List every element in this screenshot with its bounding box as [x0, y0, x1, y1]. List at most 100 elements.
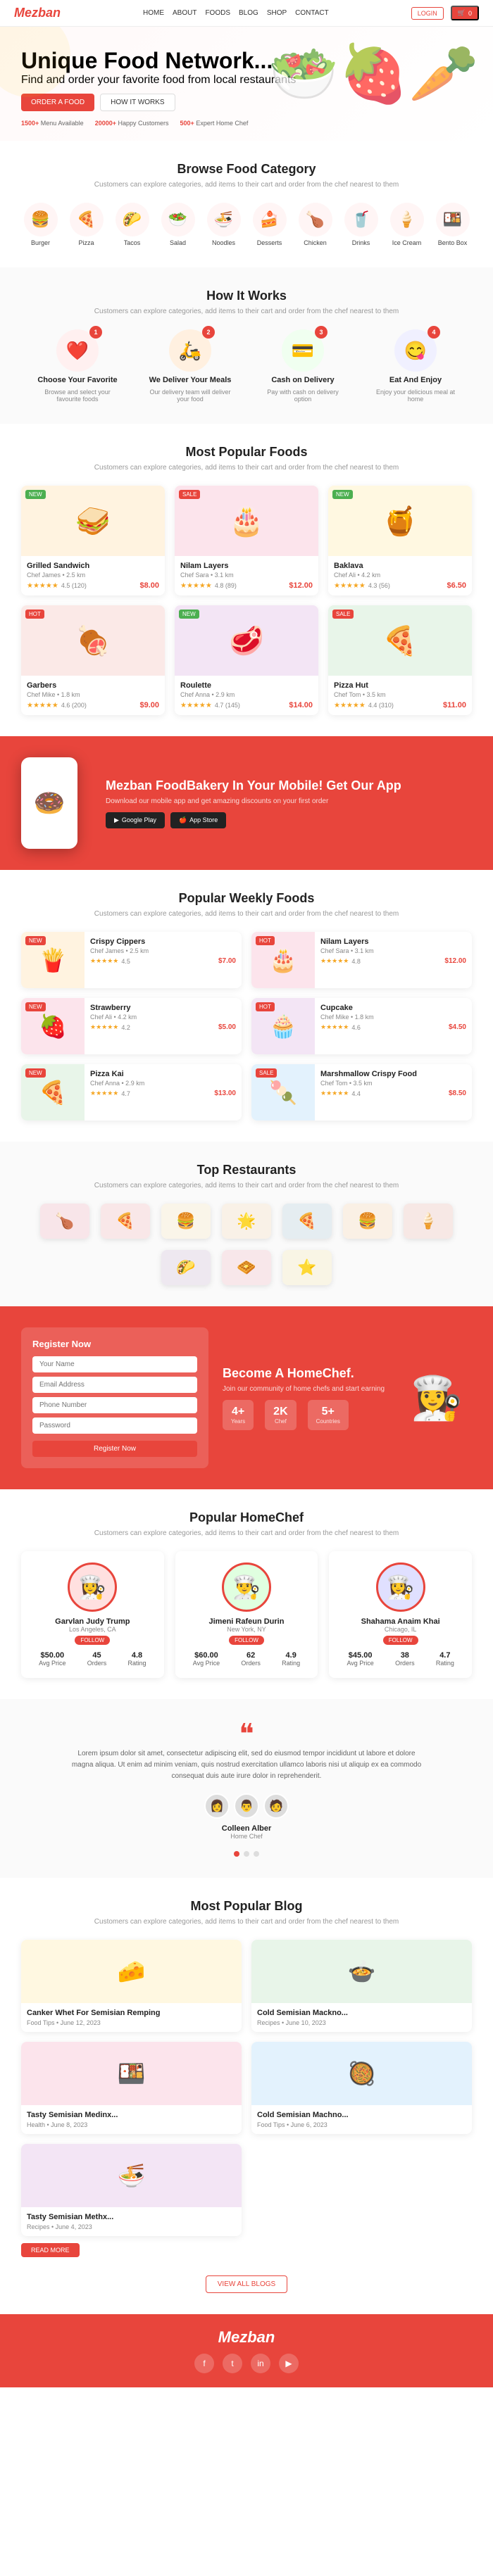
- homechef-card-2[interactable]: 👩‍🍳 Shahama Anaim Khai Chicago, IL FOLLO…: [329, 1551, 472, 1678]
- chef-metrics-1: $60.00Avg Price 62Orders 4.9Rating: [182, 1651, 311, 1667]
- social-linkedin[interactable]: in: [251, 2354, 270, 2373]
- food-card-0[interactable]: 🥪 NEW Grilled Sandwich Chef James • 2.5 …: [21, 486, 165, 595]
- nav-about[interactable]: ABOUT: [173, 9, 196, 17]
- blog-card-3[interactable]: 🥘 Cold Semisian Machno... Food Tips • Ju…: [251, 2042, 472, 2134]
- food-card-3[interactable]: 🍖 HOT Garbers Chef Mike • 1.8 km ★★★★★ 4…: [21, 605, 165, 715]
- chef-follow-button-1[interactable]: FOLLOW: [229, 1636, 264, 1645]
- food-badge-4: NEW: [179, 610, 199, 619]
- food-card-1[interactable]: 🎂 SALE Nilam Layers Chef Sara • 3.1 km ★…: [175, 486, 318, 595]
- weekly-card-0[interactable]: 🍟 NEW Crispy Cippers Chef James • 2.5 km…: [21, 932, 242, 988]
- category-item-ice cream[interactable]: 🍦Ice Cream: [390, 203, 424, 246]
- blog-card-4[interactable]: 🍜 Tasty Semisian Methx... Recipes • June…: [21, 2144, 242, 2236]
- blog-card-1[interactable]: 🍲 Cold Semisian Mackno... Recipes • June…: [251, 1940, 472, 2032]
- weekly-card-5[interactable]: 🍡 SALE Marshmallow Crispy Food Chef Tom …: [251, 1064, 472, 1120]
- restaurant-logo-mcdonald's[interactable]: 🍔: [161, 1204, 211, 1239]
- login-button[interactable]: LOGIN: [411, 7, 444, 20]
- nav-home[interactable]: HOME: [143, 9, 164, 17]
- blog-card-0[interactable]: 🧀 Canker Whet For Semisian Remping Food …: [21, 1940, 242, 2032]
- homechef-card-0[interactable]: 👩‍🍳 Garvlan Judy Trump Los Angeles, CA F…: [21, 1551, 164, 1678]
- restaurant-logo-domino's[interactable]: 🍕: [282, 1204, 332, 1239]
- weekly-price-5: $8.50: [449, 1090, 466, 1097]
- restaurant-logo-wafels[interactable]: 🧇: [222, 1250, 271, 1285]
- chef-name-input[interactable]: [32, 1356, 197, 1372]
- read-more-button[interactable]: READ MORE: [21, 2243, 80, 2257]
- testimonial-text: Lorem ipsum dolor sit amet, consectetur …: [70, 1748, 423, 1782]
- weekly-stars-5: ★★★★★: [320, 1090, 349, 1097]
- category-item-chicken[interactable]: 🍗Chicken: [299, 203, 332, 246]
- testimonial-pagination: [21, 1851, 472, 1857]
- pag-dot-1[interactable]: [234, 1851, 239, 1857]
- restaurant-logo-dq[interactable]: 🍦: [404, 1204, 453, 1239]
- blog-emoji-3: 🥘: [348, 2060, 376, 2087]
- restaurant-logo-kfc[interactable]: 🍗: [40, 1204, 89, 1239]
- weekly-card-body-4: Pizza Kai Chef Anna • 2.9 km ★★★★★ 4.7 $…: [85, 1064, 242, 1120]
- weekly-emoji-2: 🍓: [39, 1013, 67, 1040]
- pag-dot-2[interactable]: [244, 1851, 249, 1857]
- social-twitter[interactable]: t: [223, 2354, 242, 2373]
- nav-foods[interactable]: FOODS: [205, 9, 230, 17]
- nav-shop[interactable]: SHOP: [267, 9, 287, 17]
- food-card-5[interactable]: 🍕 SALE Pizza Hut Chef Tom • 3.5 km ★★★★★…: [328, 605, 472, 715]
- step-3: 💳 3 Cash on Delivery Pay with cash on de…: [261, 329, 345, 403]
- weekly-badge-0: NEW: [25, 936, 46, 945]
- chef-follow-button-0[interactable]: FOLLOW: [75, 1636, 110, 1645]
- category-item-noodles[interactable]: 🍜Noodles: [207, 203, 241, 246]
- food-chef-5: Chef Tom • 3.5 km: [334, 691, 466, 698]
- how-it-works-button[interactable]: HOW IT WORKS: [100, 94, 175, 111]
- weekly-card-1[interactable]: 🎂 HOT Nilam Layers Chef Sara • 3.1 km ★★…: [251, 932, 472, 988]
- food-stars-2: ★★★★★: [334, 582, 366, 590]
- category-item-bento box[interactable]: 🍱Bento Box: [436, 203, 470, 246]
- food-card-2[interactable]: 🍯 NEW Baklava Chef Ali • 4.2 km ★★★★★ 4.…: [328, 486, 472, 595]
- chef-stat-chefs: 2K Chef: [265, 1400, 296, 1430]
- category-item-desserts[interactable]: 🍰Desserts: [253, 203, 287, 246]
- top-restaurants-section: Top Restaurants Customers can explore ca…: [0, 1142, 493, 1306]
- food-category-title: Browse Food Category: [21, 162, 472, 177]
- category-item-salad[interactable]: 🥗Salad: [161, 203, 195, 246]
- weekly-price-3: $4.50: [449, 1023, 466, 1031]
- homechef-card-1[interactable]: 👨‍🍳 Jimeni Rafeun Durin New York, NY FOL…: [175, 1551, 318, 1678]
- nav-blog[interactable]: BLOG: [239, 9, 258, 17]
- chef-avatar-1: 👨‍🍳: [222, 1562, 271, 1612]
- header: Mezban HOME ABOUT FOODS BLOG SHOP CONTAC…: [0, 0, 493, 27]
- weekly-card-body-5: Marshmallow Crispy Food Chef Tom • 3.5 k…: [315, 1064, 472, 1120]
- blog-card-2[interactable]: 🍱 Tasty Semisian Medinx... Health • June…: [21, 2042, 242, 2134]
- food-rating-2: 4.3 (56): [368, 582, 390, 589]
- nav-contact[interactable]: CONTACT: [295, 9, 329, 17]
- category-item-burger[interactable]: 🍔Burger: [24, 203, 58, 246]
- chef-register-button[interactable]: Register Now: [32, 1441, 197, 1457]
- chef-price-0: $50.00Avg Price: [39, 1651, 65, 1667]
- restaurant-logo-taco bell[interactable]: 🌮: [161, 1250, 211, 1285]
- chef-email-input[interactable]: [32, 1377, 197, 1393]
- cart-button[interactable]: 🛒 0: [451, 6, 479, 20]
- foods-grid: 🥪 NEW Grilled Sandwich Chef James • 2.5 …: [21, 486, 472, 715]
- social-facebook[interactable]: f: [194, 2354, 214, 2373]
- app-store-button[interactable]: 🍎 App Store: [170, 812, 226, 828]
- chef-rating-1: 4.9Rating: [282, 1651, 300, 1667]
- category-item-tacos[interactable]: 🌮Tacos: [116, 203, 149, 246]
- weekly-card-4[interactable]: 🍕 NEW Pizza Kai Chef Anna • 2.9 km ★★★★★…: [21, 1064, 242, 1120]
- social-youtube[interactable]: ▶: [279, 2354, 299, 2373]
- chef-emoji-0: 👩‍🍳: [78, 1574, 106, 1600]
- weekly-badge-4: NEW: [25, 1068, 46, 1078]
- restaurant-logo-star chicken[interactable]: ⭐: [282, 1250, 332, 1285]
- weekly-card-3[interactable]: 🧁 HOT Cupcake Chef Mike • 1.8 km ★★★★★ 4…: [251, 998, 472, 1054]
- food-badge-5: SALE: [332, 610, 354, 619]
- google-play-button[interactable]: ▶ Google Play: [106, 812, 165, 828]
- restaurant-logo-pizza[interactable]: 🍕: [101, 1204, 150, 1239]
- step-icon-2: 🛵: [179, 340, 201, 362]
- testimonial-avatar-1: 👩: [204, 1793, 230, 1819]
- popular-foods-subtitle: Customers can explore categories, add it…: [21, 464, 472, 472]
- chef-phone-input[interactable]: [32, 1397, 197, 1413]
- chef-follow-button-2[interactable]: FOLLOW: [383, 1636, 418, 1645]
- view-all-blogs-button[interactable]: VIEW ALL BLOGS: [206, 2275, 287, 2293]
- category-item-pizza[interactable]: 🍕Pizza: [70, 203, 104, 246]
- food-card-4[interactable]: 🥩 NEW Roulette Chef Anna • 2.9 km ★★★★★ …: [175, 605, 318, 715]
- blog-post-meta-1: Recipes • June 10, 2023: [257, 2019, 466, 2026]
- weekly-card-2[interactable]: 🍓 NEW Strawberry Chef Ali • 4.2 km ★★★★★…: [21, 998, 242, 1054]
- chef-password-input[interactable]: [32, 1418, 197, 1434]
- restaurant-logo-burger king[interactable]: 🍔: [343, 1204, 392, 1239]
- restaurant-logo-hardee's[interactable]: 🌟: [222, 1204, 271, 1239]
- weekly-rating-row-3: ★★★★★ 4.6 $4.50: [320, 1023, 466, 1031]
- category-item-drinks[interactable]: 🥤Drinks: [344, 203, 378, 246]
- pag-dot-3[interactable]: [254, 1851, 259, 1857]
